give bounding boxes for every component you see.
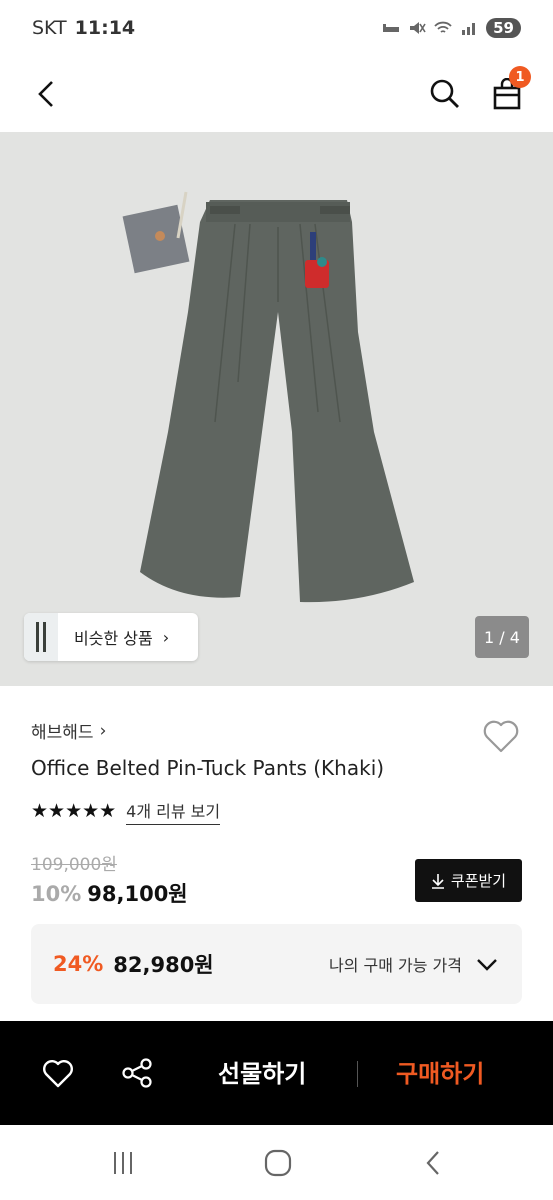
chevron-down-icon (477, 959, 497, 971)
sleep-icon (383, 24, 400, 32)
search-icon (430, 79, 459, 108)
cart-count-badge: 1 (509, 66, 531, 88)
home-button[interactable] (258, 1147, 298, 1179)
best-discount-percent: 24% (53, 952, 104, 976)
carrier-label: SKT (32, 17, 67, 39)
coupon-label: 쿠폰받기 (450, 872, 507, 890)
system-back-button[interactable] (413, 1147, 453, 1179)
product-image-gallery[interactable]: 비슷한 상품 › 1 / 4 (0, 132, 553, 686)
bottom-action-bar: 선물하기 구매하기 (0, 1021, 553, 1125)
best-price-label: 나의 구매 가능 가격 (328, 956, 462, 975)
discount-price: 98,100원 (87, 882, 188, 906)
similar-products-label: 비슷한 상품 (74, 629, 153, 648)
share-icon[interactable] (120, 1056, 154, 1090)
cart-button[interactable]: 1 (485, 66, 531, 116)
battery-indicator: 59 (486, 18, 521, 38)
coupon-button[interactable]: 쿠폰받기 (415, 859, 522, 902)
status-bar: SKT 11:14 59 (0, 0, 553, 56)
similar-products-thumbnail (24, 613, 58, 661)
back-icon (38, 81, 53, 107)
recent-apps-button[interactable] (103, 1147, 143, 1179)
product-image (0, 132, 553, 686)
rating-row: ★★★★★ 4개 리뷰 보기 (31, 798, 221, 825)
gift-button[interactable]: 선물하기 (218, 1054, 306, 1089)
brand-name: 해브해드 (31, 723, 94, 743)
back-button[interactable] (24, 72, 68, 116)
product-name: Office Belted Pin-Tuck Pants (Khaki) (31, 756, 385, 780)
review-link[interactable]: 4개 리뷰 보기 (126, 798, 221, 825)
discount-percent: 10% (31, 882, 82, 906)
recent-apps-icon (114, 1152, 132, 1174)
download-icon (431, 873, 444, 889)
best-price: 82,980원 (113, 953, 214, 977)
system-nav-bar (0, 1125, 553, 1200)
similar-products-button[interactable]: 비슷한 상품 › (24, 613, 198, 661)
signal-icon (462, 23, 476, 35)
chevron-right-icon: › (99, 720, 107, 741)
wifi-icon (434, 21, 452, 33)
brand-link[interactable]: 해브해드 › (31, 718, 107, 744)
discount-row: 10% 98,100원 (31, 878, 188, 908)
app-header: 1 (0, 56, 553, 132)
bottom-bar-divider (357, 1061, 358, 1087)
buy-button[interactable]: 구매하기 (396, 1054, 484, 1089)
best-price-dropdown[interactable]: 24% 82,980원 나의 구매 가능 가격 (31, 924, 522, 1004)
wishlist-button[interactable] (480, 715, 522, 757)
heart-icon (483, 720, 519, 753)
mute-icon (410, 22, 426, 34)
home-icon (264, 1149, 292, 1177)
heart-icon[interactable] (41, 1056, 75, 1090)
system-back-icon (426, 1151, 439, 1175)
chevron-right-icon: › (162, 627, 170, 647)
original-price: 109,000원 (31, 855, 117, 875)
image-page-indicator: 1 / 4 (475, 616, 529, 658)
search-button[interactable] (423, 72, 467, 116)
star-rating: ★★★★★ (31, 800, 117, 822)
status-time: 11:14 (74, 17, 136, 39)
